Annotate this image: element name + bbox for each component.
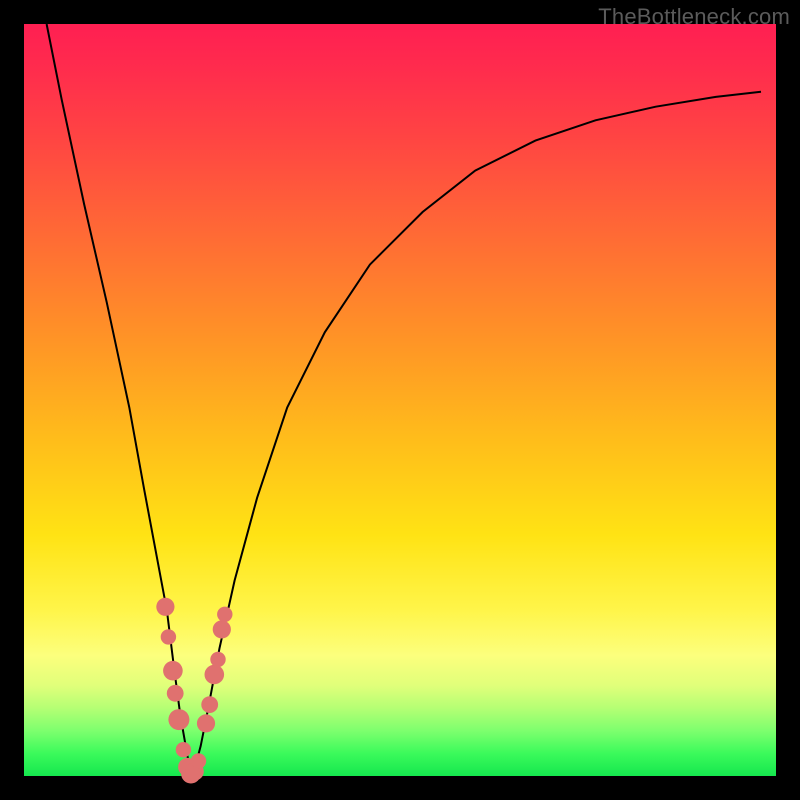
curve-marker <box>217 607 232 622</box>
curve-marker <box>167 685 184 702</box>
chart-svg <box>24 24 776 776</box>
curve-marker <box>191 753 206 768</box>
curve-marker <box>213 620 231 638</box>
curve-marker <box>168 709 189 730</box>
curve-marker <box>210 652 225 667</box>
curve-marker <box>176 742 191 757</box>
curve-marker <box>161 629 176 644</box>
attribution-text: TheBottleneck.com <box>598 4 790 30</box>
curve-marker <box>205 665 225 685</box>
chart-frame: TheBottleneck.com <box>0 0 800 800</box>
curve-marker <box>197 714 215 732</box>
marker-layer <box>156 598 232 784</box>
curve-marker <box>156 598 174 616</box>
bottleneck-curve <box>47 24 761 775</box>
curve-marker <box>201 696 218 713</box>
chart-plot-area <box>24 24 776 776</box>
curve-marker <box>163 661 183 681</box>
